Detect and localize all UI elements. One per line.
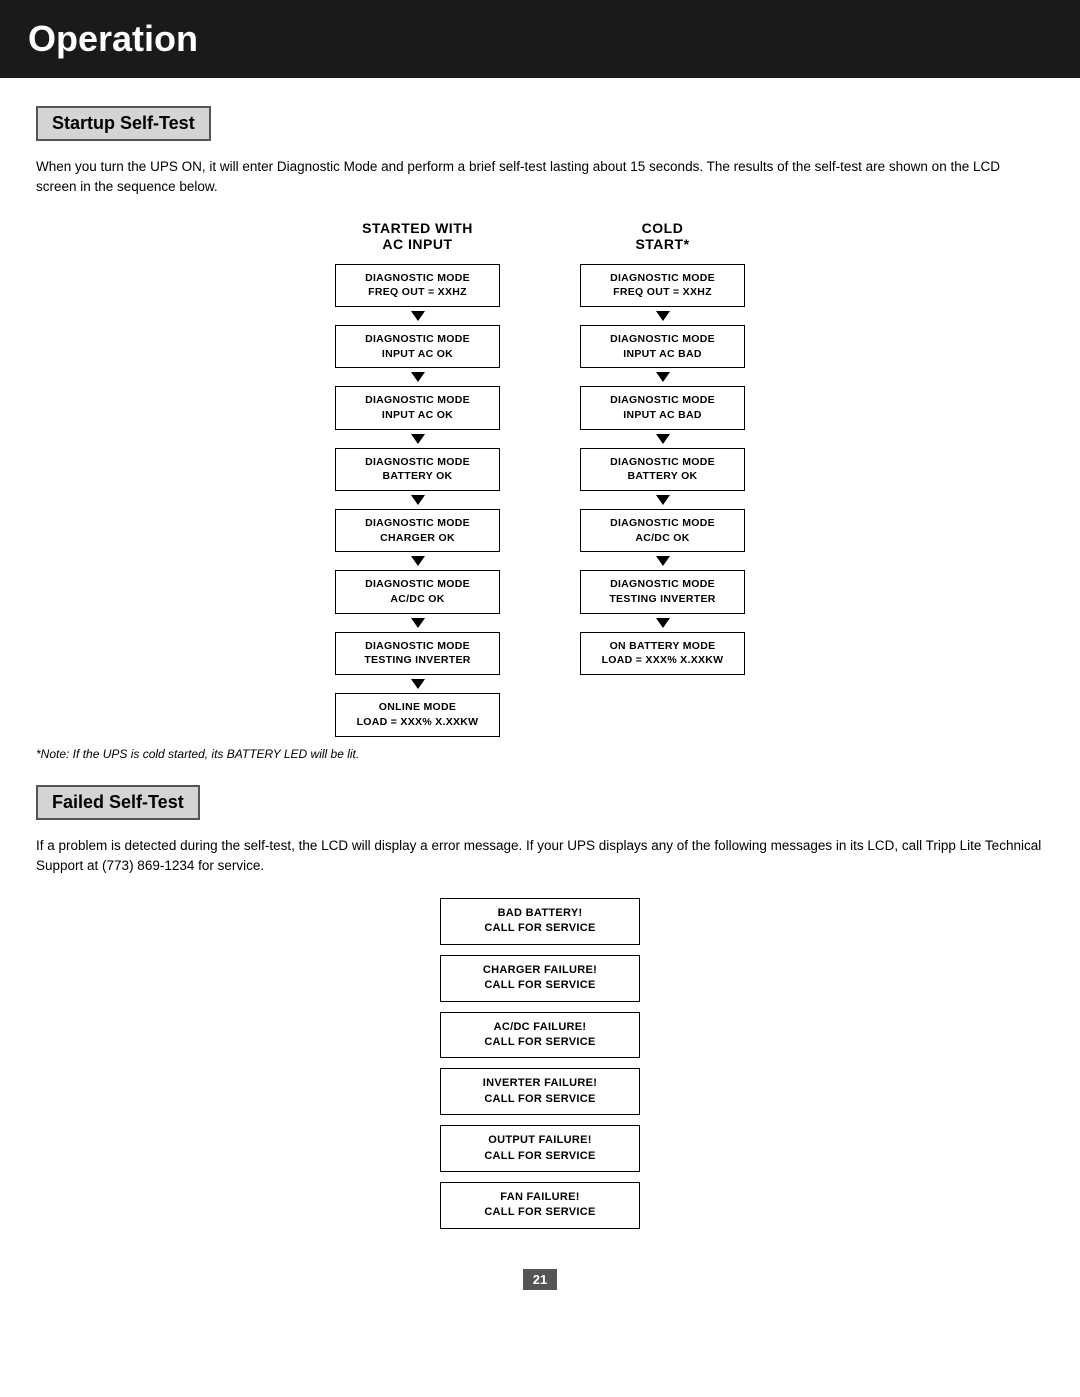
failed-box-5: Output Failure! Call for Service [440,1125,640,1172]
cold-box-7: On Battery Mode Load = XXX% X.XXKW [580,632,745,675]
arrow [656,434,670,444]
startup-description: When you turn the UPS ON, it will enter … [36,157,1044,198]
col1-header: Started With AC Input [362,220,473,252]
ac-box-7: Diagnostic Mode Testing Inverter [335,632,500,675]
page-number-container: 21 [36,1269,1044,1290]
arrow [411,311,425,321]
arrow [656,556,670,566]
flow-col-cold-start: Cold Start* Diagnostic Mode Freq Out = X… [580,220,745,737]
col2-header: Cold Start* [635,220,689,252]
page-number: 21 [523,1269,557,1290]
cold-box-2: Diagnostic Mode Input AC Bad [580,325,745,368]
failed-box-2: Charger Failure! Call for Service [440,955,640,1002]
failed-description: If a problem is detected during the self… [36,836,1044,877]
arrow [656,311,670,321]
failed-section: Failed Self-Test If a problem is detecte… [36,785,1044,1239]
cold-box-3: Diagnostic Mode Input AC Bad [580,386,745,429]
startup-section: Startup Self-Test When you turn the UPS … [36,106,1044,761]
arrow [656,618,670,628]
page-title: Operation [28,18,1052,60]
arrow [411,556,425,566]
arrow [411,679,425,689]
ac-box-6: Diagnostic Mode AC/DC OK [335,570,500,613]
cold-box-6: Diagnostic Mode Testing Inverter [580,570,745,613]
failed-box-6: Fan Failure! Call for Service [440,1182,640,1229]
ac-box-8: Online Mode Load = XXX% X.XXKW [335,693,500,736]
arrow [411,434,425,444]
ac-box-3: Diagnostic Mode Input AC OK [335,386,500,429]
arrow [411,372,425,382]
ac-box-4: Diagnostic Mode Battery OK [335,448,500,491]
failed-box-3: AC/DC Failure! Call for Service [440,1012,640,1059]
arrow [411,495,425,505]
cold-box-4: Diagnostic Mode Battery OK [580,448,745,491]
flow-col-ac-input: Started With AC Input Diagnostic Mode Fr… [335,220,500,737]
arrow [411,618,425,628]
failed-boxes-container: Bad Battery! Call for Service Charger Fa… [36,898,1044,1239]
cold-box-5: Diagnostic Mode AC/DC OK [580,509,745,552]
page-header: Operation [0,0,1080,78]
ac-box-2: Diagnostic Mode Input AC OK [335,325,500,368]
failed-box-4: Inverter Failure! Call for Service [440,1068,640,1115]
flow-diagram: Started With AC Input Diagnostic Mode Fr… [36,220,1044,737]
startup-note: *Note: If the UPS is cold started, its B… [36,747,1044,761]
ac-box-5: Diagnostic Mode Charger OK [335,509,500,552]
failed-title: Failed Self-Test [36,785,200,820]
failed-box-1: Bad Battery! Call for Service [440,898,640,945]
arrow [656,372,670,382]
arrow [656,495,670,505]
cold-box-1: Diagnostic Mode Freq Out = XXHz [580,264,745,307]
ac-box-1: Diagnostic Mode Freq Out = XXHz [335,264,500,307]
startup-title: Startup Self-Test [36,106,211,141]
